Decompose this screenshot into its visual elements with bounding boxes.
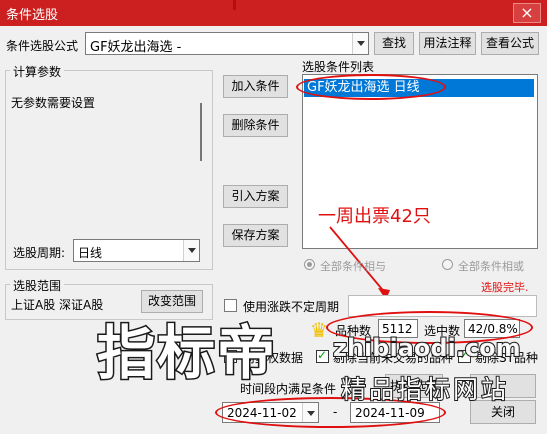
- params-text: 无参数需要设置: [11, 96, 96, 110]
- close-window-button[interactable]: ×: [513, 3, 541, 23]
- logic-and-radio[interactable]: [304, 259, 315, 270]
- watermark-url: zhibiaodi.com: [332, 333, 522, 363]
- status-text: 选股完毕.: [481, 281, 529, 294]
- range-value: 上证A股 深证A股: [11, 298, 104, 312]
- logic-and-label: 全部条件相与: [320, 260, 386, 273]
- period-value: 日线: [78, 246, 103, 260]
- chevron-down-icon[interactable]: [352, 33, 368, 54]
- logic-or-label: 全部条件相或: [458, 260, 524, 273]
- watermark-logo: 指标帝: [95, 318, 278, 389]
- logic-or-radio[interactable]: [442, 259, 453, 270]
- range-group-title: 选股范围: [10, 277, 65, 294]
- find-button[interactable]: 查找: [374, 32, 414, 55]
- delete-condition-button[interactable]: 删除条件: [223, 114, 288, 137]
- usage-notes-button[interactable]: 用法注释: [419, 32, 476, 55]
- condition-list-title: 选股条件列表: [302, 60, 375, 74]
- params-group-title: 计算参数: [10, 63, 65, 80]
- add-condition-button[interactable]: 加入条件: [223, 75, 288, 98]
- title-bar-mark: [233, 0, 236, 10]
- watermark-subtitle: 精品指标网站: [340, 374, 510, 405]
- window-title: 条件选股: [6, 8, 59, 23]
- save-plan-button[interactable]: 保存方案: [223, 224, 288, 247]
- period-label: 选股周期:: [13, 246, 66, 260]
- highlight-ellipse-list: [296, 74, 446, 100]
- scroll-indicator: [200, 103, 202, 161]
- formula-select[interactable]: GF妖龙出海选 -: [85, 32, 369, 55]
- view-formula-button[interactable]: 查看公式: [481, 32, 539, 55]
- import-plan-button[interactable]: 引入方案: [223, 185, 288, 208]
- chevron-down-icon[interactable]: [183, 240, 199, 261]
- formula-value: GF妖龙出海选 -: [90, 40, 182, 55]
- formula-label: 条件选股公式: [6, 39, 79, 53]
- crown-icon: ♛: [310, 318, 328, 342]
- period-select[interactable]: 日线: [73, 239, 200, 262]
- title-bar: 条件选股 ×: [0, 0, 547, 26]
- exclude-suspend-checkbox[interactable]: [316, 348, 329, 363]
